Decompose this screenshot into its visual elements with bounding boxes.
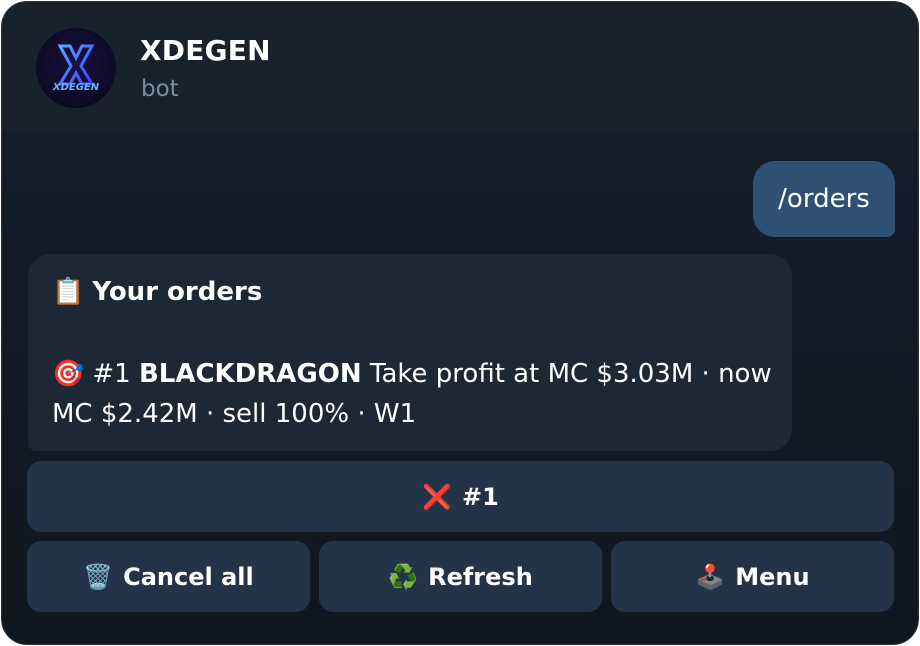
orders-title-text: Your orders	[92, 277, 263, 307]
chat-subtitle: bot	[141, 76, 179, 102]
orders-title: 📋 Your orders	[52, 274, 262, 310]
order-item: 🎯 #1 BLACKDRAGON Take profit at MC $3.03M…	[52, 354, 772, 434]
refresh-label: Refresh	[428, 562, 533, 591]
avatar[interactable]: XDEGEN	[36, 28, 116, 108]
cross-icon: ❌	[422, 482, 453, 511]
chat-title: XDEGEN	[140, 34, 271, 67]
menu-label: Menu	[735, 562, 810, 591]
cancel-order-1-label: #1	[462, 482, 499, 511]
menu-button[interactable]: 🕹️ Menu	[611, 541, 894, 612]
refresh-button[interactable]: ♻️ Refresh	[319, 541, 602, 612]
joystick-icon: 🕹️	[695, 562, 726, 591]
incoming-message: 📋 Your orders 🎯 #1 BLACKDRAGON Take profit…	[28, 254, 792, 451]
clipboard-icon: 📋	[52, 277, 85, 307]
outgoing-message-text: /orders	[778, 184, 870, 214]
cancel-order-1-button[interactable]: ❌ #1	[27, 461, 894, 532]
recycle-icon: ♻️	[388, 562, 419, 591]
outgoing-message: /orders	[753, 161, 895, 237]
trash-icon: 🗑️	[83, 562, 114, 591]
cancel-all-button[interactable]: 🗑️ Cancel all	[27, 541, 310, 612]
chat-header: XDEGEN XDEGEN bot	[2, 2, 918, 132]
target-icon: 🎯	[52, 359, 85, 389]
chat-window: XDEGEN XDEGEN bot /orders 📋 Your orders 🎯…	[1, 1, 919, 645]
order-number: #1	[92, 359, 131, 389]
xdegen-logo-icon: XDEGEN	[52, 44, 100, 93]
avatar-logo-text: XDEGEN	[52, 82, 100, 93]
order-token: BLACKDRAGON	[138, 359, 362, 389]
cancel-all-label: Cancel all	[123, 562, 254, 591]
